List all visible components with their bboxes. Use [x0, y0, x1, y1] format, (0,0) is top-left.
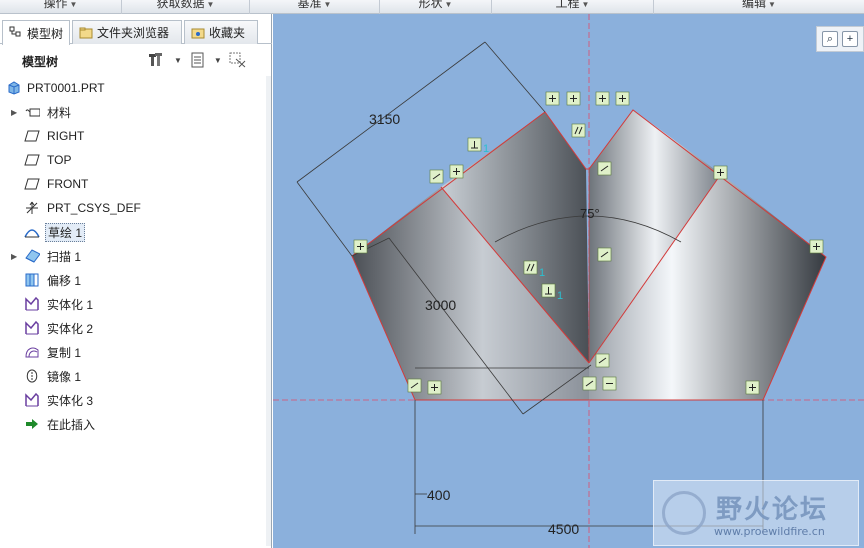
sweep-icon: [24, 248, 40, 264]
ribbon-group-edit[interactable]: 编辑 ▼: [654, 0, 864, 14]
sketch-icon: [24, 224, 40, 240]
point-constraint-icon[interactable]: [566, 91, 581, 106]
watermark-logo-icon: [662, 491, 706, 535]
perpendicular-constraint-icon[interactable]: [467, 137, 482, 152]
solidify-icon: [24, 320, 40, 336]
tree-item-prt0001[interactable]: PRT0001.PRT: [0, 76, 268, 100]
tree-item-right[interactable]: RIGHT: [0, 124, 268, 148]
dim-400[interactable]: 400: [427, 487, 451, 503]
graphics-window[interactable]: 3150 3000 75° 400 4500 1 1 1 ⌕ + 野火论坛 ww…: [273, 14, 864, 548]
settings-dropdown-icon[interactable]: ▼: [174, 56, 182, 65]
tree-item-mirror-1[interactable]: 镜像 1: [0, 364, 268, 388]
tree-scrollbar[interactable]: [266, 76, 271, 546]
equal-constraint-icon[interactable]: [407, 378, 422, 393]
point-constraint-icon[interactable]: [595, 91, 610, 106]
tree-item-sketch-1[interactable]: 草绘 1: [0, 220, 268, 244]
favorites-icon: [191, 26, 205, 40]
tree-item-copy-1[interactable]: 复制 1: [0, 340, 268, 364]
tree-item-material[interactable]: ▶ 材料: [0, 100, 268, 124]
parallel-constraint-icon[interactable]: [571, 123, 586, 138]
solidify-icon: [24, 296, 40, 312]
equal-constraint-icon[interactable]: [597, 247, 612, 262]
expand-icon[interactable]: ▶: [11, 108, 17, 117]
point-constraint-icon[interactable]: [427, 380, 442, 395]
ribbon-group-engineering[interactable]: 工程 ▼: [492, 0, 654, 14]
datum-plane-icon: [24, 152, 40, 168]
ribbon-group-datum[interactable]: 基准 ▼: [250, 0, 380, 14]
point-constraint-icon[interactable]: [745, 380, 760, 395]
model-tree-icon: [9, 26, 23, 40]
parallel-constraint-icon[interactable]: [523, 260, 538, 275]
point-constraint-icon[interactable]: [713, 165, 728, 180]
dim-angle-75[interactable]: 75°: [580, 206, 600, 221]
datum-plane-icon: [24, 128, 40, 144]
dim-3000[interactable]: 3000: [425, 297, 456, 313]
solidify-icon: [24, 392, 40, 408]
perpendicular-constraint-icon[interactable]: [541, 283, 556, 298]
ribbon-group-operations[interactable]: 操作 ▼: [0, 0, 122, 14]
tree-item-sweep-1[interactable]: ▶ 扫描 1: [0, 244, 268, 268]
ribbon-bar: 操作 ▼ 获取数据 ▼ 基准 ▼ 形状 ▼ 工程 ▼ 编辑 ▼: [0, 0, 864, 14]
equal-constraint-icon[interactable]: [429, 169, 444, 184]
perpendicular-index-2: 1: [557, 290, 563, 302]
dim-4500[interactable]: 4500: [548, 521, 579, 537]
show-icon[interactable]: [188, 51, 208, 69]
tree-toolbar: 模型树 ▼ ▼: [0, 46, 266, 76]
tree-item-insert-here[interactable]: 在此插入: [0, 412, 268, 436]
navigator-panel: 模型树 文件夹浏览器 收藏夹 模型树 ▼ ▼ PRT0001.PRT ▶ 材料 …: [0, 14, 272, 548]
tab-model-tree[interactable]: 模型树: [2, 20, 70, 45]
perpendicular-index: 1: [483, 143, 489, 155]
point-constraint-icon[interactable]: [615, 91, 630, 106]
tree-item-solidify-3[interactable]: 实体化 3: [0, 388, 268, 412]
datum-plane-icon: [24, 176, 40, 192]
dim-3150[interactable]: 3150: [369, 111, 400, 127]
offset-icon: [24, 272, 40, 288]
zoom-fit-icon[interactable]: ⌕: [822, 31, 838, 47]
filter-icon[interactable]: [228, 51, 248, 69]
model-tree: PRT0001.PRT ▶ 材料 RIGHT TOP FRONT PRT_CSY…: [0, 76, 268, 436]
equal-constraint-icon[interactable]: [582, 376, 597, 391]
watermark-url: www.proewildfire.cn: [714, 525, 825, 538]
tree-item-solidify-1[interactable]: 实体化 1: [0, 292, 268, 316]
point-constraint-icon[interactable]: [545, 91, 560, 106]
csys-icon: [24, 200, 40, 216]
horizontal-constraint-icon[interactable]: [602, 376, 617, 391]
tree-item-front[interactable]: FRONT: [0, 172, 268, 196]
watermark: 野火论坛 www.proewildfire.cn: [653, 480, 859, 546]
equal-constraint-icon[interactable]: [595, 353, 610, 368]
part-icon: [6, 80, 22, 96]
expand-icon[interactable]: ▶: [11, 252, 17, 261]
ribbon-group-shape[interactable]: 形状 ▼: [380, 0, 492, 14]
tree-title: 模型树: [22, 54, 59, 69]
settings-icon[interactable]: [148, 51, 168, 69]
insert-arrow-icon: [24, 416, 40, 432]
sketch-canvas[interactable]: 3150 3000 75° 400 4500 1 1 1: [273, 14, 864, 548]
point-constraint-icon[interactable]: [353, 239, 368, 254]
point-constraint-icon[interactable]: [449, 164, 464, 179]
navigator-tabs: 模型树 文件夹浏览器 收藏夹: [0, 18, 272, 45]
material-icon: [24, 104, 40, 120]
parallel-index: 1: [539, 267, 545, 279]
equal-constraint-icon[interactable]: [597, 161, 612, 176]
tree-item-top[interactable]: TOP: [0, 148, 268, 172]
watermark-title: 野火论坛: [716, 495, 829, 525]
tree-item-offset-1[interactable]: 偏移 1: [0, 268, 268, 292]
show-dropdown-icon[interactable]: ▼: [214, 56, 222, 65]
zoom-icon[interactable]: +: [842, 31, 858, 47]
copy-icon: [24, 344, 40, 360]
tree-item-solidify-2[interactable]: 实体化 2: [0, 316, 268, 340]
view-toolbar: ⌕ +: [816, 26, 864, 52]
mirror-icon: [24, 368, 40, 384]
tab-folder-browser[interactable]: 文件夹浏览器: [72, 20, 182, 44]
tab-favorites[interactable]: 收藏夹: [184, 20, 258, 44]
point-constraint-icon[interactable]: [809, 239, 824, 254]
folder-browser-icon: [79, 26, 93, 40]
ribbon-group-get-data[interactable]: 获取数据 ▼: [122, 0, 250, 14]
tree-item-csys[interactable]: PRT_CSYS_DEF: [0, 196, 268, 220]
